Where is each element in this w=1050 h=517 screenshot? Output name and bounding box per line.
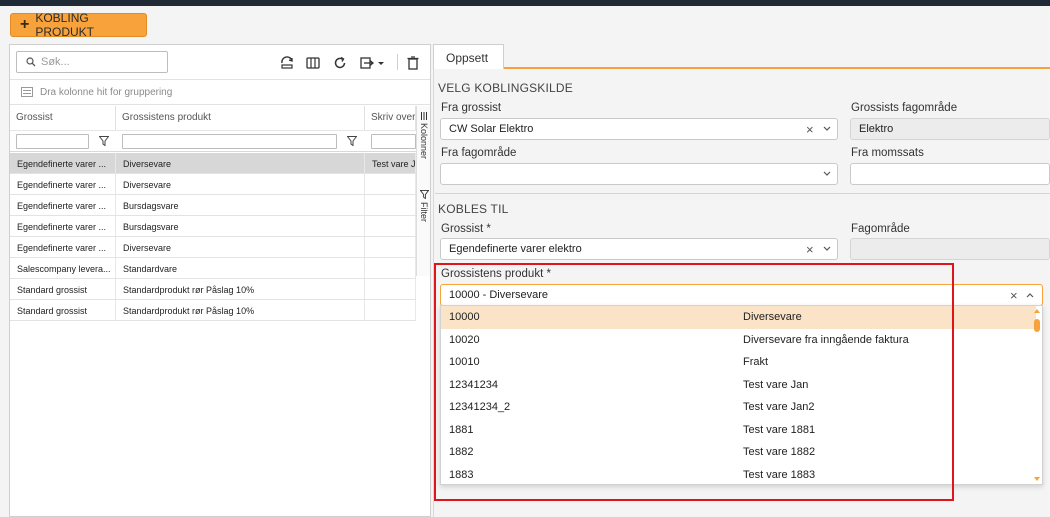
filter-side-tab-label: Filter: [419, 202, 429, 222]
cell-produkt: Diversevare: [116, 237, 365, 257]
group-hint-text: Dra kolonne hit for gruppering: [40, 87, 173, 98]
plus-icon: +: [20, 16, 30, 33]
chevron-down-icon[interactable]: [823, 126, 831, 132]
tab-oppsett[interactable]: Oppsett: [433, 44, 504, 69]
table-row[interactable]: Egendefinerte varer ... Diversevare: [10, 237, 416, 258]
cell-grossist: Standard grossist: [10, 300, 116, 320]
grossists-fagomrade-label: Grossists fagområde: [851, 102, 958, 114]
fra-fagomrade-label: Fra fagområde: [441, 147, 517, 159]
filter-icon[interactable]: [347, 136, 357, 146]
search-box[interactable]: [16, 51, 168, 73]
cell-produkt: Bursdagsvare: [116, 216, 365, 236]
add-kobling-produkt-button[interactable]: + KOBLING PRODUKT: [10, 11, 147, 39]
filter-side-tab[interactable]: Filter: [417, 190, 431, 250]
grossist-select[interactable]: Egendefinerte varer elektro ×: [440, 238, 838, 260]
clear-icon[interactable]: ×: [806, 242, 814, 257]
cell-produkt: Standardprodukt rør Påslag 10%: [116, 300, 365, 320]
grossist-filter-input[interactable]: [16, 134, 89, 149]
fra-grossist-label: Fra grossist: [441, 102, 502, 114]
group-icon: [21, 87, 33, 97]
group-by-drop-zone[interactable]: Dra kolonne hit for gruppering: [10, 81, 430, 105]
reset-layout-icon[interactable]: [278, 54, 296, 72]
table-row[interactable]: Egendefinerte varer ... Bursdagsvare: [10, 195, 416, 216]
chevron-up-icon[interactable]: [1026, 292, 1034, 298]
cell-grossist: Standard grossist: [10, 279, 116, 299]
filter-row: [10, 130, 416, 152]
table-row[interactable]: Egendefinerte varer ... Diversevare: [10, 174, 416, 195]
clear-icon[interactable]: ×: [1010, 288, 1018, 303]
export-menu-icon[interactable]: [359, 54, 387, 72]
toolbar-divider: [397, 54, 398, 70]
table-row[interactable]: Egendefinerte varer ... Bursdagsvare: [10, 216, 416, 237]
cell-skriv-over: [365, 174, 416, 194]
table-row[interactable]: Standard grossist Standardprodukt rør På…: [10, 300, 416, 321]
table-row[interactable]: Egendefinerte varer ... Diversevare Test…: [10, 153, 416, 174]
cell-grossist: Egendefinerte varer ...: [10, 153, 116, 173]
fra-momssats-label: Fra momssats: [851, 147, 924, 159]
fagomrade-field: [850, 238, 1050, 260]
column-header-skriv-over[interactable]: Skriv over v: [365, 106, 416, 130]
cell-grossist: Egendefinerte varer ...: [10, 195, 116, 215]
cell-skriv-over: [365, 258, 416, 278]
cell-grossist: Salescompany levera...: [10, 258, 116, 278]
grossists-fagomrade-field: Elektro: [850, 118, 1050, 140]
columns-side-tab-label: Kolonner: [419, 123, 429, 160]
scroll-up-icon[interactable]: [1033, 308, 1041, 314]
cell-produkt: Standardprodukt rør Påslag 10%: [116, 279, 365, 299]
table-row[interactable]: Salescompany levera... Standardvare: [10, 258, 416, 279]
filter-icon: [419, 190, 429, 199]
cell-produkt: Diversevare: [116, 174, 365, 194]
add-button-label: KOBLING PRODUKT: [35, 11, 95, 39]
search-icon: [26, 57, 36, 67]
annotation-highlight-box: [434, 263, 954, 501]
column-header-grossistens-produkt[interactable]: Grossistens produkt: [116, 106, 365, 130]
grossists-fagomrade-value: Elektro: [859, 123, 894, 135]
refresh-icon[interactable]: [331, 54, 349, 72]
filter-icon[interactable]: [99, 136, 109, 146]
columns-side-tab[interactable]: Kolonner: [417, 110, 431, 170]
scroll-down-icon[interactable]: [1033, 476, 1041, 482]
fagomrade-label: Fagområde: [851, 223, 910, 235]
cell-skriv-over: [365, 195, 416, 215]
cell-grossist: Egendefinerte varer ...: [10, 216, 116, 236]
section-title-koblingskilde: VELG KOBLINGSKILDE: [438, 81, 573, 95]
table-row[interactable]: Standard grossist Standardprodukt rør På…: [10, 279, 416, 300]
cell-skriv-over: Test vare Ja: [365, 153, 416, 173]
chevron-down-icon[interactable]: [823, 246, 831, 252]
columns-icon: [421, 112, 427, 120]
cell-grossist: Egendefinerte varer ...: [10, 174, 116, 194]
cell-skriv-over: [365, 300, 416, 320]
clear-icon[interactable]: ×: [806, 122, 814, 137]
search-input[interactable]: [39, 54, 164, 70]
produkt-filter-input[interactable]: [122, 134, 337, 149]
cell-skriv-over: [365, 279, 416, 299]
cell-grossist: Egendefinerte varer ...: [10, 237, 116, 257]
cell-produkt: Standardvare: [116, 258, 365, 278]
top-bar: [0, 0, 1050, 6]
scrollbar-thumb[interactable]: [1034, 319, 1040, 332]
cell-skriv-over: [365, 237, 416, 257]
product-link-grid-panel: Dra kolonne hit for gruppering Grossist …: [9, 44, 431, 517]
cell-produkt: Bursdagsvare: [116, 195, 365, 215]
fra-grossist-select[interactable]: CW Solar Elektro ×: [440, 118, 838, 140]
column-header-grossist[interactable]: Grossist: [10, 106, 116, 130]
skriv-over-filter-input[interactable]: [371, 134, 416, 149]
grossist-label: Grossist *: [441, 223, 491, 235]
delete-icon[interactable]: [404, 54, 422, 72]
cell-produkt: Diversevare: [116, 153, 365, 173]
fra-momssats-input[interactable]: [850, 163, 1050, 185]
grid-toolbar: [10, 45, 430, 80]
chevron-down-icon[interactable]: [823, 171, 831, 177]
fra-grossist-value: CW Solar Elektro: [449, 123, 534, 135]
dropdown-scrollbar[interactable]: [1031, 305, 1042, 485]
cell-skriv-over: [365, 216, 416, 236]
fra-fagomrade-select[interactable]: [440, 163, 838, 185]
columns-icon[interactable]: [304, 54, 322, 72]
section-divider: [435, 193, 1050, 194]
section-title-kobles-til: KOBLES TIL: [438, 202, 509, 216]
grossist-value: Egendefinerte varer elektro: [449, 243, 582, 255]
side-tool-panel: Kolonner Filter: [416, 106, 430, 276]
